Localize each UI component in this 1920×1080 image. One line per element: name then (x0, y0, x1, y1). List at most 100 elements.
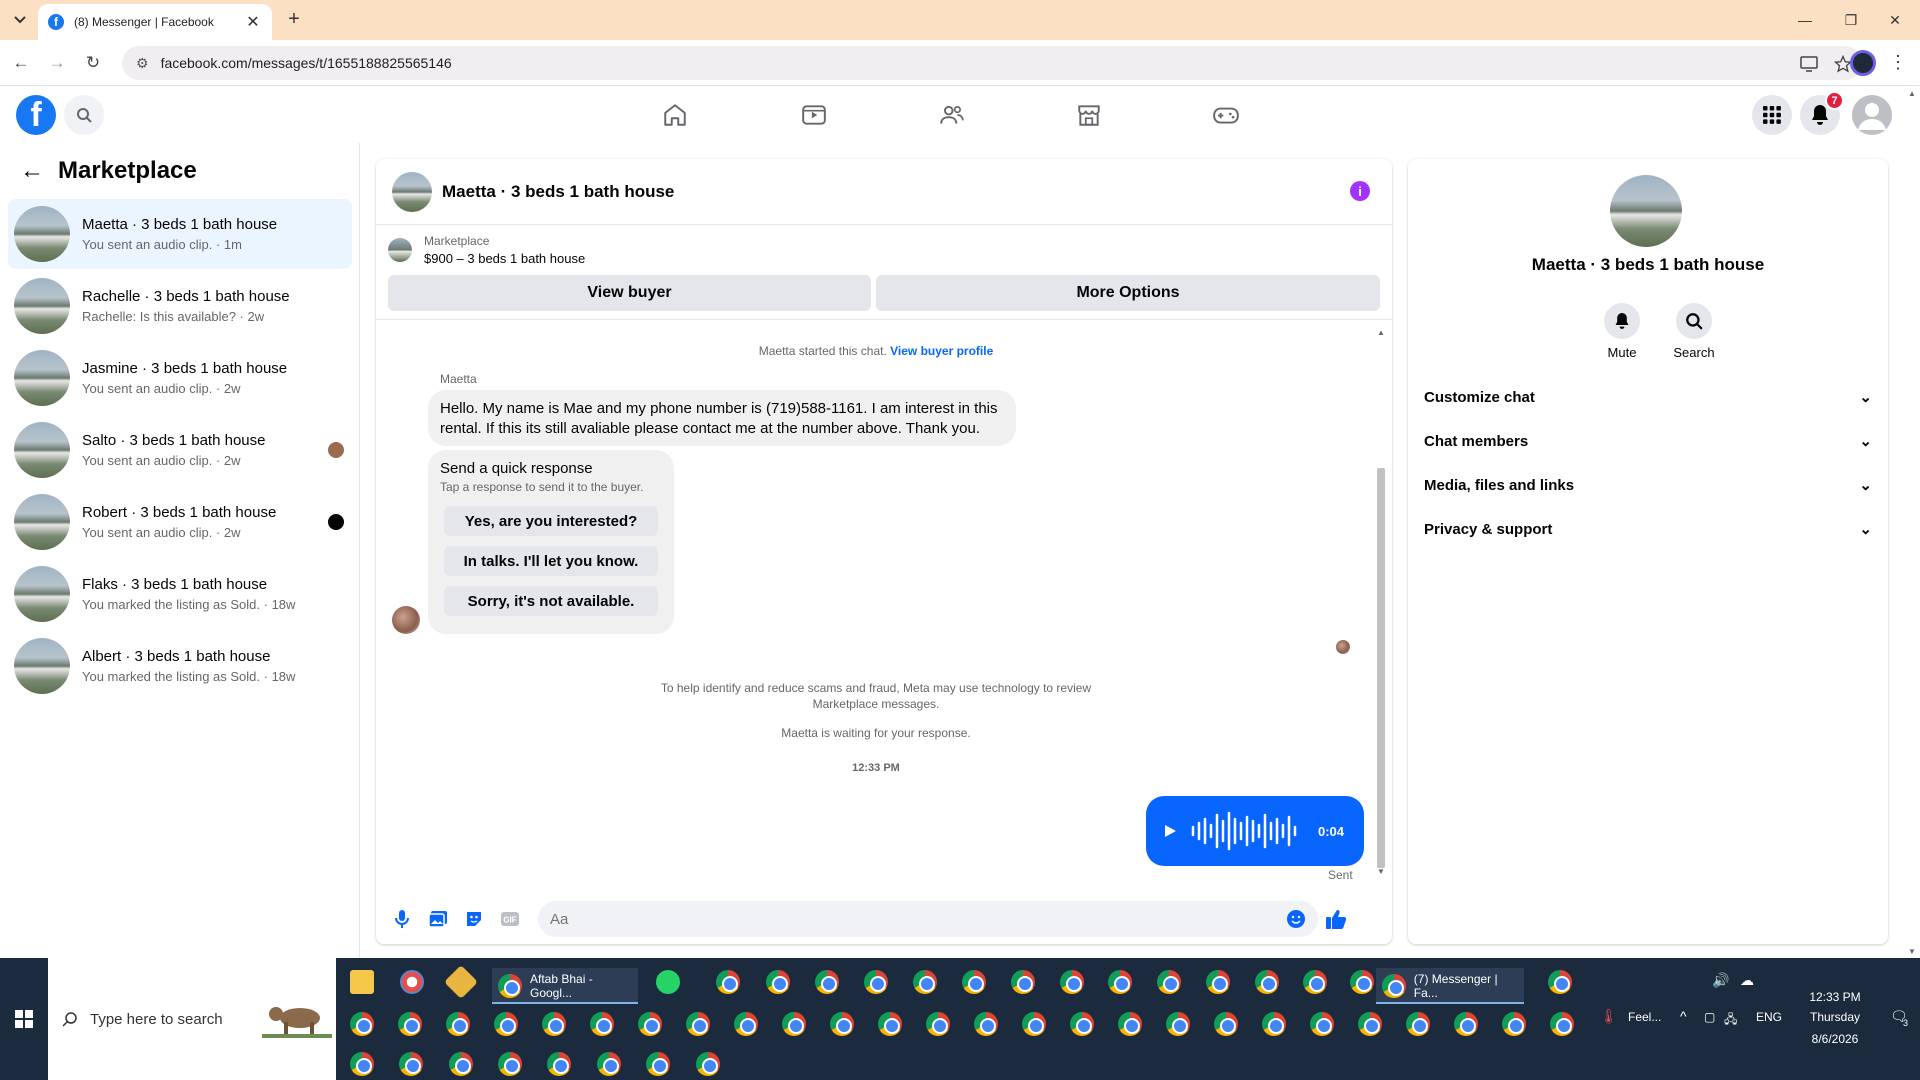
chat-avatar[interactable] (392, 171, 432, 212)
nav-friends[interactable] (896, 93, 1008, 137)
back-arrow-icon[interactable]: ← (8, 50, 34, 76)
chrome-icon[interactable] (1206, 970, 1230, 994)
chrome-icon[interactable] (864, 970, 888, 994)
taskbar-search-box[interactable]: Type here to search (48, 958, 336, 1080)
taskbar-task-messenger[interactable]: (7) Messenger | Fa... (1376, 968, 1524, 1004)
chrome-icon[interactable] (1454, 1012, 1478, 1036)
sticker-icon[interactable] (462, 907, 486, 931)
chrome-icon[interactable] (974, 1012, 998, 1036)
chrome-icon[interactable] (716, 970, 740, 994)
back-arrow-icon[interactable]: ← (20, 157, 44, 185)
chrome-icon[interactable] (350, 1052, 374, 1076)
quick-response-in-talks[interactable]: In talks. I'll let you know. (444, 546, 658, 576)
whatsapp-icon[interactable] (656, 970, 680, 994)
chrome-icon[interactable] (590, 1012, 614, 1036)
site-info-icon[interactable]: ⚙ (136, 55, 149, 72)
chrome-icon[interactable] (399, 1052, 423, 1076)
message-input[interactable] (538, 901, 1318, 937)
chrome-icon[interactable] (1070, 1012, 1094, 1036)
app-icon[interactable] (444, 965, 478, 999)
chrome-icon[interactable] (1406, 1012, 1430, 1036)
taskbar-task-aftab[interactable]: Aftab Bhai - Googl... (492, 968, 638, 1004)
minimize-icon[interactable]: — (1790, 8, 1820, 32)
clock-time[interactable]: 12:33 PM (1800, 990, 1870, 1004)
show-hidden-icons-icon[interactable]: ^ (1680, 1008, 1687, 1024)
mute-button[interactable]: Mute (1590, 303, 1654, 360)
chrome-icon[interactable] (646, 1052, 670, 1076)
file-explorer-icon[interactable] (350, 970, 374, 994)
chrome-icon[interactable] (734, 1012, 758, 1036)
nav-gaming[interactable] (1170, 93, 1282, 137)
network-cloud-icon[interactable]: ☁ (1740, 972, 1754, 989)
chrome-icon[interactable] (1157, 970, 1181, 994)
chrome-icon[interactable] (913, 970, 937, 994)
facebook-logo-icon[interactable]: f (16, 95, 56, 135)
info-icon[interactable]: i (1350, 181, 1370, 201)
chrome-icon[interactable] (1214, 1012, 1238, 1036)
scroll-up-icon[interactable]: ▲ (1377, 328, 1385, 337)
gif-icon[interactable]: GIF (498, 907, 522, 931)
address-bar[interactable]: ⚙ facebook.com/messages/t/16551888255651… (122, 46, 1862, 80)
volume-icon[interactable]: 🔊 (1712, 972, 1729, 989)
conversation-item[interactable]: Albert · 3 beds 1 bath house You marked t… (8, 631, 352, 701)
chrome-icon[interactable] (1022, 1012, 1046, 1036)
emoji-icon[interactable] (1284, 907, 1308, 931)
tab-search-button[interactable] (8, 8, 32, 32)
message-scrollbar[interactable]: ▲ ▼ (1376, 328, 1386, 876)
search-conversation-button[interactable]: Search (1662, 303, 1726, 360)
conversation-item[interactable]: Maetta · 3 beds 1 bath house You sent an … (8, 199, 352, 269)
view-buyer-profile-link[interactable]: View buyer profile (890, 344, 993, 358)
chrome-icon[interactable] (350, 1012, 374, 1036)
chrome-icon[interactable] (782, 1012, 806, 1036)
sender-avatar[interactable] (392, 606, 420, 634)
privacy-support-section[interactable]: Privacy & support ⌄ (1424, 511, 1872, 547)
conversation-item[interactable]: Jasmine · 3 beds 1 bath house You sent an… (8, 343, 352, 413)
chrome-icon[interactable] (830, 1012, 854, 1036)
scroll-down-icon[interactable]: ▼ (1908, 947, 1916, 956)
language-indicator[interactable]: ENG (1756, 1010, 1782, 1024)
customize-chat-section[interactable]: Customize chat ⌄ (1424, 379, 1872, 415)
info-panel-avatar[interactable] (1610, 175, 1682, 247)
page-scrollbar[interactable]: ▲ ▼ (1904, 87, 1920, 958)
photo-icon[interactable] (426, 907, 450, 931)
more-options-button[interactable]: More Options (876, 275, 1380, 311)
chrome-icon[interactable] (1060, 970, 1084, 994)
chrome-icon[interactable] (686, 1012, 710, 1036)
chrome-icon[interactable] (597, 1052, 621, 1076)
chrome-icon[interactable] (449, 1052, 473, 1076)
chrome-icon[interactable] (1350, 970, 1374, 994)
chrome-icon[interactable] (547, 1052, 571, 1076)
chrome-icon[interactable] (1548, 970, 1572, 994)
chrome-icon[interactable] (1310, 1012, 1334, 1036)
chrome-icon[interactable] (638, 1012, 662, 1036)
nav-watch[interactable] (758, 93, 870, 137)
scroll-down-icon[interactable]: ▼ (1377, 867, 1385, 876)
chrome-icon[interactable] (1550, 1012, 1574, 1036)
chrome-icon[interactable] (696, 1052, 720, 1076)
clock-date[interactable]: 8/6/2026 (1800, 1032, 1870, 1046)
facebook-search-button[interactable] (64, 95, 104, 135)
nav-home[interactable] (619, 93, 731, 137)
new-tab-button[interactable]: + (282, 8, 306, 32)
conversation-item[interactable]: Rachelle · 3 beds 1 bath house Rachelle: … (8, 271, 352, 341)
chat-title[interactable]: Maetta · 3 beds 1 bath house (442, 182, 674, 202)
clock-day[interactable]: Thursday (1800, 1010, 1870, 1024)
chrome-icon[interactable] (766, 970, 790, 994)
app-icon[interactable] (400, 970, 424, 994)
chrome-icon[interactable] (1108, 970, 1132, 994)
account-avatar[interactable] (1852, 95, 1892, 135)
weather-icon[interactable]: 🌡 (1600, 1008, 1618, 1025)
media-files-section[interactable]: Media, files and links ⌄ (1424, 467, 1872, 503)
play-icon[interactable] (1162, 823, 1178, 839)
forward-arrow-icon[interactable]: → (44, 50, 70, 76)
network-icon[interactable]: 🖧 (1724, 1010, 1737, 1031)
chrome-icon[interactable] (1303, 970, 1327, 994)
close-tab-icon[interactable]: ✕ (244, 12, 262, 32)
chrome-icon[interactable] (446, 1012, 470, 1036)
weather-label[interactable]: Feel... (1628, 1010, 1661, 1024)
chrome-icon[interactable] (1118, 1012, 1142, 1036)
browser-tab-active[interactable]: f (8) Messenger | Facebook ✕ (38, 4, 272, 40)
audio-message[interactable]: 0:04 (1146, 796, 1364, 866)
quick-response-yes[interactable]: Yes, are you interested? (444, 506, 658, 536)
scrollbar-thumb[interactable] (1377, 468, 1385, 868)
